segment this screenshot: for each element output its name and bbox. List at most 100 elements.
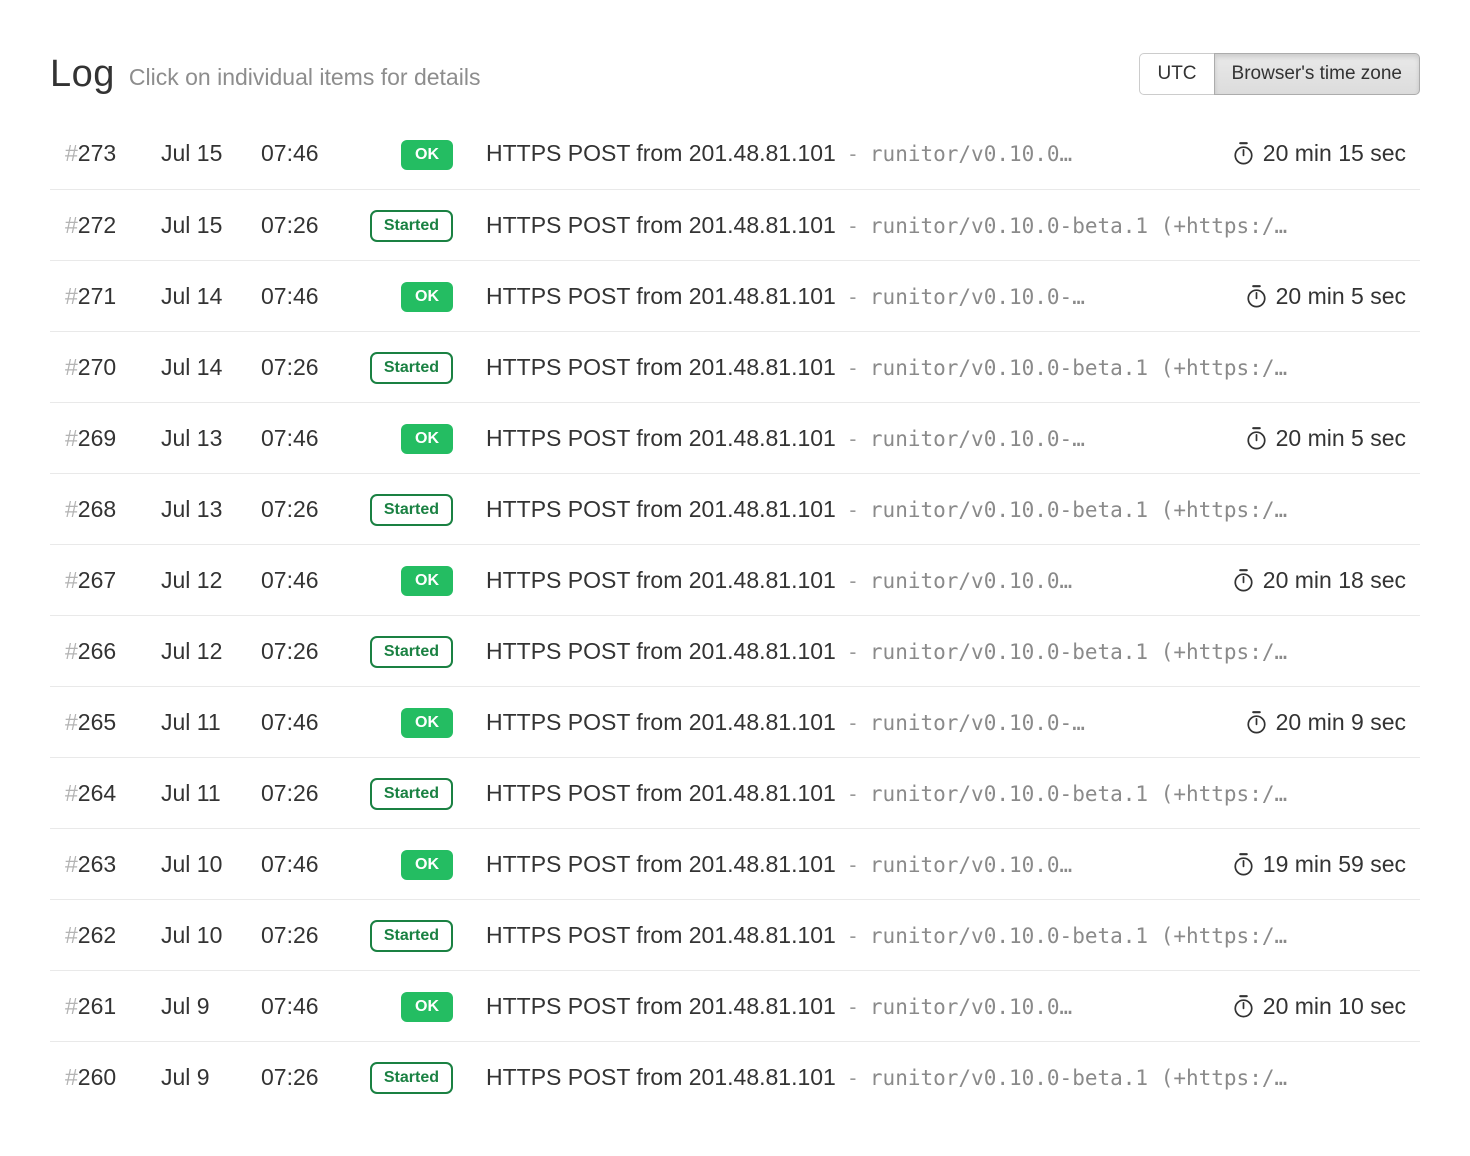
event-separator: - [847,214,859,238]
event-number: #273 [65,140,161,167]
status-badge: Started [370,210,453,242]
status-badge: OK [401,708,453,738]
event-time: 07:46 [261,709,361,736]
status-badge-cell: OK [361,138,453,170]
event-description: HTTPS POST from 201.48.81.101 - runitor/… [486,140,1208,167]
event-duration: 20 min 18 sec [1232,567,1406,594]
log-row[interactable]: #263 Jul 10 07:46 OK HTTPS POST from 201… [50,828,1420,899]
status-badge: OK [401,140,453,170]
event-source-text: HTTPS POST from 201.48.81.101 [486,638,836,665]
log-row[interactable]: #260 Jul 9 07:26 Started HTTPS POST from… [50,1041,1420,1112]
event-number-hash: # [65,354,78,380]
event-number-value: 270 [78,354,116,380]
event-duration: 20 min 10 sec [1232,993,1406,1020]
event-user-agent: runitor/v0.10.0-beta.1 (+https:/… [870,782,1287,806]
event-time: 07:26 [261,1064,361,1091]
log-row[interactable]: #270 Jul 14 07:26 Started HTTPS POST fro… [50,331,1420,402]
stopwatch-icon [1232,568,1255,593]
status-badge: OK [401,424,453,454]
status-badge-cell: Started [361,209,453,242]
log-row[interactable]: #265 Jul 11 07:46 OK HTTPS POST from 201… [50,686,1420,757]
event-source-text: HTTPS POST from 201.48.81.101 [486,567,836,594]
event-number-hash: # [65,567,78,593]
status-badge-cell: OK [361,848,453,880]
status-badge: Started [370,920,453,952]
event-source-text: HTTPS POST from 201.48.81.101 [486,993,836,1020]
duration-text: 20 min 5 sec [1276,283,1406,310]
event-description: HTTPS POST from 201.48.81.101 - runitor/… [486,496,1406,523]
status-badge-cell: Started [361,635,453,668]
event-number: #263 [65,851,161,878]
status-badge-cell: Started [361,777,453,810]
event-number-hash: # [65,638,78,664]
event-number-value: 262 [78,922,116,948]
event-date: Jul 13 [161,496,261,523]
log-row[interactable]: #268 Jul 13 07:26 Started HTTPS POST fro… [50,473,1420,544]
event-date: Jul 14 [161,283,261,310]
log-row[interactable]: #269 Jul 13 07:46 OK HTTPS POST from 201… [50,402,1420,473]
event-number-value: 272 [78,212,116,238]
event-date: Jul 12 [161,638,261,665]
event-user-agent: runitor/v0.10.0… [870,569,1072,593]
page-subtitle: Click on individual items for details [129,64,481,91]
log-table: #273 Jul 15 07:46 OK HTTPS POST from 201… [50,118,1420,1112]
event-number-value: 261 [78,993,116,1019]
log-row[interactable]: #273 Jul 15 07:46 OK HTTPS POST from 201… [50,118,1420,189]
event-number-hash: # [65,780,78,806]
status-badge-cell: Started [361,351,453,384]
status-badge: Started [370,778,453,810]
status-badge: OK [401,992,453,1022]
stopwatch-icon [1232,141,1255,166]
timezone-toggle: UTC Browser's time zone [1139,53,1420,95]
event-number-hash: # [65,283,78,309]
event-time: 07:46 [261,140,361,167]
event-number: #262 [65,922,161,949]
event-number-value: 260 [78,1064,116,1090]
event-description: HTTPS POST from 201.48.81.101 - runitor/… [486,283,1221,310]
browser-timezone-button[interactable]: Browser's time zone [1214,53,1420,95]
event-user-agent: runitor/v0.10.0-beta.1 (+https:/… [870,640,1287,664]
event-number-hash: # [65,496,78,522]
event-user-agent: runitor/v0.10.0… [870,142,1072,166]
event-number-value: 271 [78,283,116,309]
log-row[interactable]: #272 Jul 15 07:26 Started HTTPS POST fro… [50,189,1420,260]
event-date: Jul 11 [161,709,261,736]
event-duration: 19 min 59 sec [1232,851,1406,878]
event-number-value: 263 [78,851,116,877]
event-source-text: HTTPS POST from 201.48.81.101 [486,851,836,878]
event-separator: - [847,995,859,1019]
page-title: Log [50,53,115,96]
event-separator: - [847,853,859,877]
event-time: 07:46 [261,283,361,310]
status-badge-cell: Started [361,1061,453,1094]
event-number-hash: # [65,851,78,877]
event-separator: - [847,498,859,522]
event-source-text: HTTPS POST from 201.48.81.101 [486,496,836,523]
status-badge: OK [401,282,453,312]
event-description: HTTPS POST from 201.48.81.101 - runitor/… [486,851,1208,878]
event-separator: - [847,711,859,735]
event-time: 07:26 [261,638,361,665]
event-description: HTTPS POST from 201.48.81.101 - runitor/… [486,567,1208,594]
stopwatch-icon [1232,994,1255,1019]
event-number-value: 267 [78,567,116,593]
event-description: HTTPS POST from 201.48.81.101 - runitor/… [486,425,1221,452]
log-row[interactable]: #266 Jul 12 07:26 Started HTTPS POST fro… [50,615,1420,686]
log-row[interactable]: #267 Jul 12 07:46 OK HTTPS POST from 201… [50,544,1420,615]
event-user-agent: runitor/v0.10.0-beta.1 (+https:/… [870,356,1287,380]
duration-text: 20 min 9 sec [1276,709,1406,736]
event-description: HTTPS POST from 201.48.81.101 - runitor/… [486,993,1208,1020]
duration-text: 20 min 5 sec [1276,425,1406,452]
event-user-agent: runitor/v0.10.0-beta.1 (+https:/… [870,498,1287,522]
event-time: 07:46 [261,851,361,878]
log-row[interactable]: #271 Jul 14 07:46 OK HTTPS POST from 201… [50,260,1420,331]
log-row[interactable]: #262 Jul 10 07:26 Started HTTPS POST fro… [50,899,1420,970]
event-separator: - [847,924,859,948]
event-time: 07:26 [261,922,361,949]
event-number-value: 265 [78,709,116,735]
utc-button[interactable]: UTC [1139,53,1214,95]
log-row[interactable]: #261 Jul 9 07:46 OK HTTPS POST from 201.… [50,970,1420,1041]
log-row[interactable]: #264 Jul 11 07:26 Started HTTPS POST fro… [50,757,1420,828]
status-badge-cell: OK [361,706,453,738]
event-user-agent: runitor/v0.10.0-beta.1 (+https:/… [870,924,1287,948]
